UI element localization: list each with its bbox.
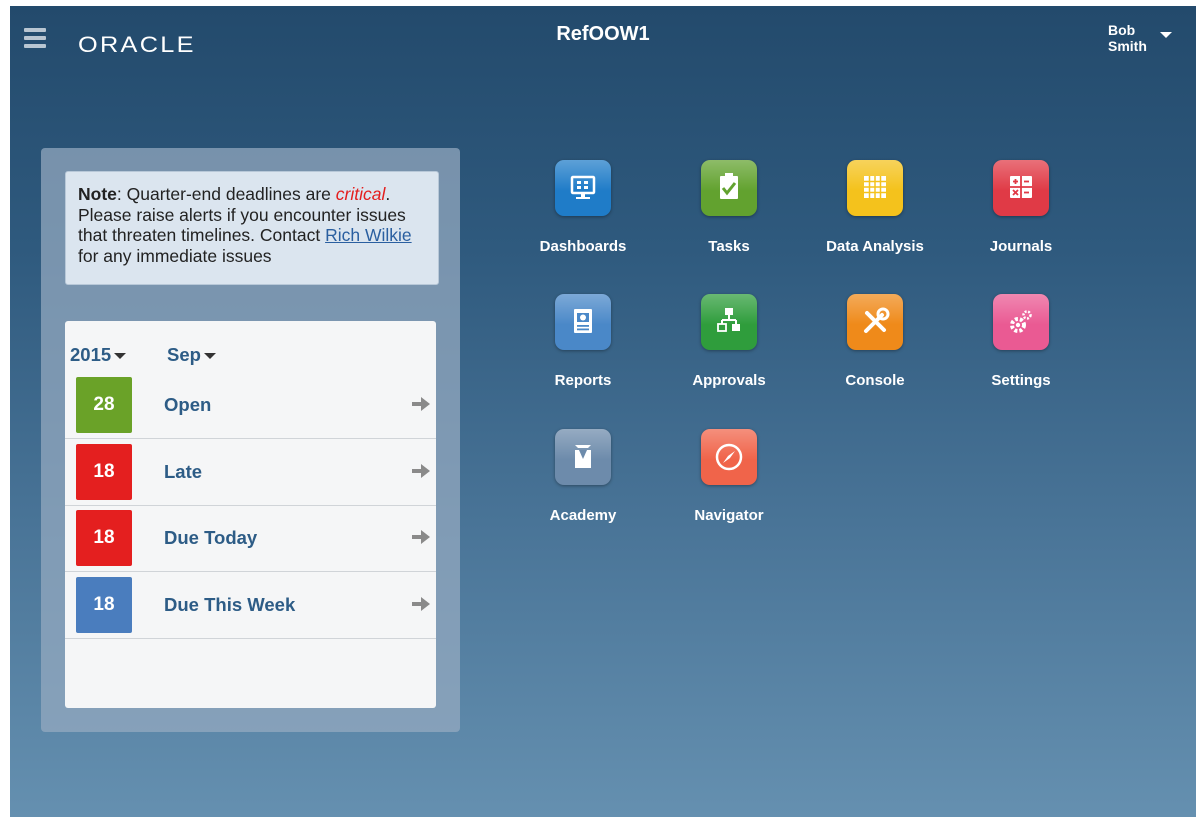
row-label: Late bbox=[164, 461, 203, 482]
count-badge: 18 bbox=[76, 510, 132, 566]
task-row-due-today[interactable]: 18 Due Today bbox=[65, 505, 436, 572]
tile-label: Tasks bbox=[708, 238, 750, 255]
header: ORACLE RefOOW1 Bob Smith bbox=[10, 6, 1196, 76]
tile-tasks[interactable]: Tasks bbox=[664, 160, 794, 270]
dashboard-icon bbox=[555, 160, 611, 216]
user-last-name: Smith bbox=[1108, 38, 1147, 54]
console-icon bbox=[847, 294, 903, 350]
note-critical: critical bbox=[335, 184, 386, 204]
month-selector[interactable]: Sep bbox=[167, 344, 216, 366]
app-window: ORACLE RefOOW1 Bob Smith Note: Quarter-e… bbox=[10, 6, 1196, 817]
approvals-icon bbox=[701, 294, 757, 350]
tile-console[interactable]: Console bbox=[810, 294, 940, 404]
journals-icon bbox=[993, 160, 1049, 216]
note-box: Note: Quarter-end deadlines are critical… bbox=[65, 171, 439, 285]
tile-label: Approvals bbox=[692, 372, 766, 389]
task-summary: 2015 Sep 28 Open 18 Late 18 Due Today 18… bbox=[65, 321, 436, 708]
note-label: Note bbox=[78, 184, 117, 204]
year-value: 2015 bbox=[70, 344, 112, 365]
chevron-down-icon bbox=[114, 353, 127, 360]
tile-settings[interactable]: Settings bbox=[956, 294, 1086, 404]
tile-data-analysis[interactable]: Data Analysis bbox=[810, 160, 940, 270]
tile-reports[interactable]: Reports bbox=[518, 294, 648, 404]
tile-approvals[interactable]: Approvals bbox=[664, 294, 794, 404]
tile-label: Academy bbox=[549, 507, 617, 524]
tile-label: Data Analysis bbox=[826, 238, 924, 255]
user-first-name: Bob bbox=[1108, 22, 1136, 38]
tasks-icon bbox=[701, 160, 757, 216]
task-row-due-this-week[interactable]: 18 Due This Week bbox=[65, 572, 436, 639]
row-label: Due This Week bbox=[164, 594, 296, 615]
data-analysis-icon bbox=[847, 160, 903, 216]
count-badge: 28 bbox=[76, 377, 132, 433]
tile-label: Console bbox=[845, 372, 905, 389]
settings-icon bbox=[993, 294, 1049, 350]
reports-icon bbox=[555, 294, 611, 350]
row-label: Due Today bbox=[164, 527, 258, 548]
task-row-open[interactable]: 28 Open bbox=[65, 372, 436, 439]
tile-navigator[interactable]: Navigator bbox=[664, 429, 794, 539]
tile-label: Settings bbox=[991, 372, 1051, 389]
user-menu[interactable]: Bob Smith bbox=[1108, 22, 1172, 54]
note-text-1: : Quarter-end deadlines are bbox=[116, 184, 336, 204]
tile-label: Dashboards bbox=[539, 238, 627, 255]
month-value: Sep bbox=[167, 344, 201, 365]
navigator-icon bbox=[701, 429, 757, 485]
year-selector[interactable]: 2015 bbox=[70, 344, 127, 366]
row-label: Open bbox=[164, 394, 212, 415]
tile-label: Reports bbox=[554, 372, 612, 389]
note-text-3: for any immediate issues bbox=[78, 245, 272, 266]
chevron-down-icon bbox=[203, 353, 216, 360]
tile-dashboards[interactable]: Dashboards bbox=[518, 160, 648, 270]
tile-journals[interactable]: Journals bbox=[956, 160, 1086, 270]
arrow-right-icon bbox=[412, 464, 430, 478]
contact-link[interactable]: Rich Wilkie bbox=[325, 225, 412, 245]
left-panel: Note: Quarter-end deadlines are critical… bbox=[41, 148, 460, 732]
academy-icon bbox=[555, 429, 611, 485]
count-badge: 18 bbox=[76, 444, 132, 500]
task-row-late[interactable]: 18 Late bbox=[65, 439, 436, 506]
arrow-right-icon bbox=[412, 530, 430, 544]
tile-academy[interactable]: Academy bbox=[518, 429, 648, 539]
app-title: RefOOW1 bbox=[556, 23, 650, 45]
arrow-right-icon bbox=[412, 597, 430, 611]
tile-label: Journals bbox=[989, 238, 1053, 255]
count-badge: 18 bbox=[76, 577, 132, 633]
arrow-right-icon bbox=[412, 397, 430, 411]
caret-down-icon bbox=[1160, 32, 1172, 38]
tile-label: Navigator bbox=[694, 507, 764, 524]
